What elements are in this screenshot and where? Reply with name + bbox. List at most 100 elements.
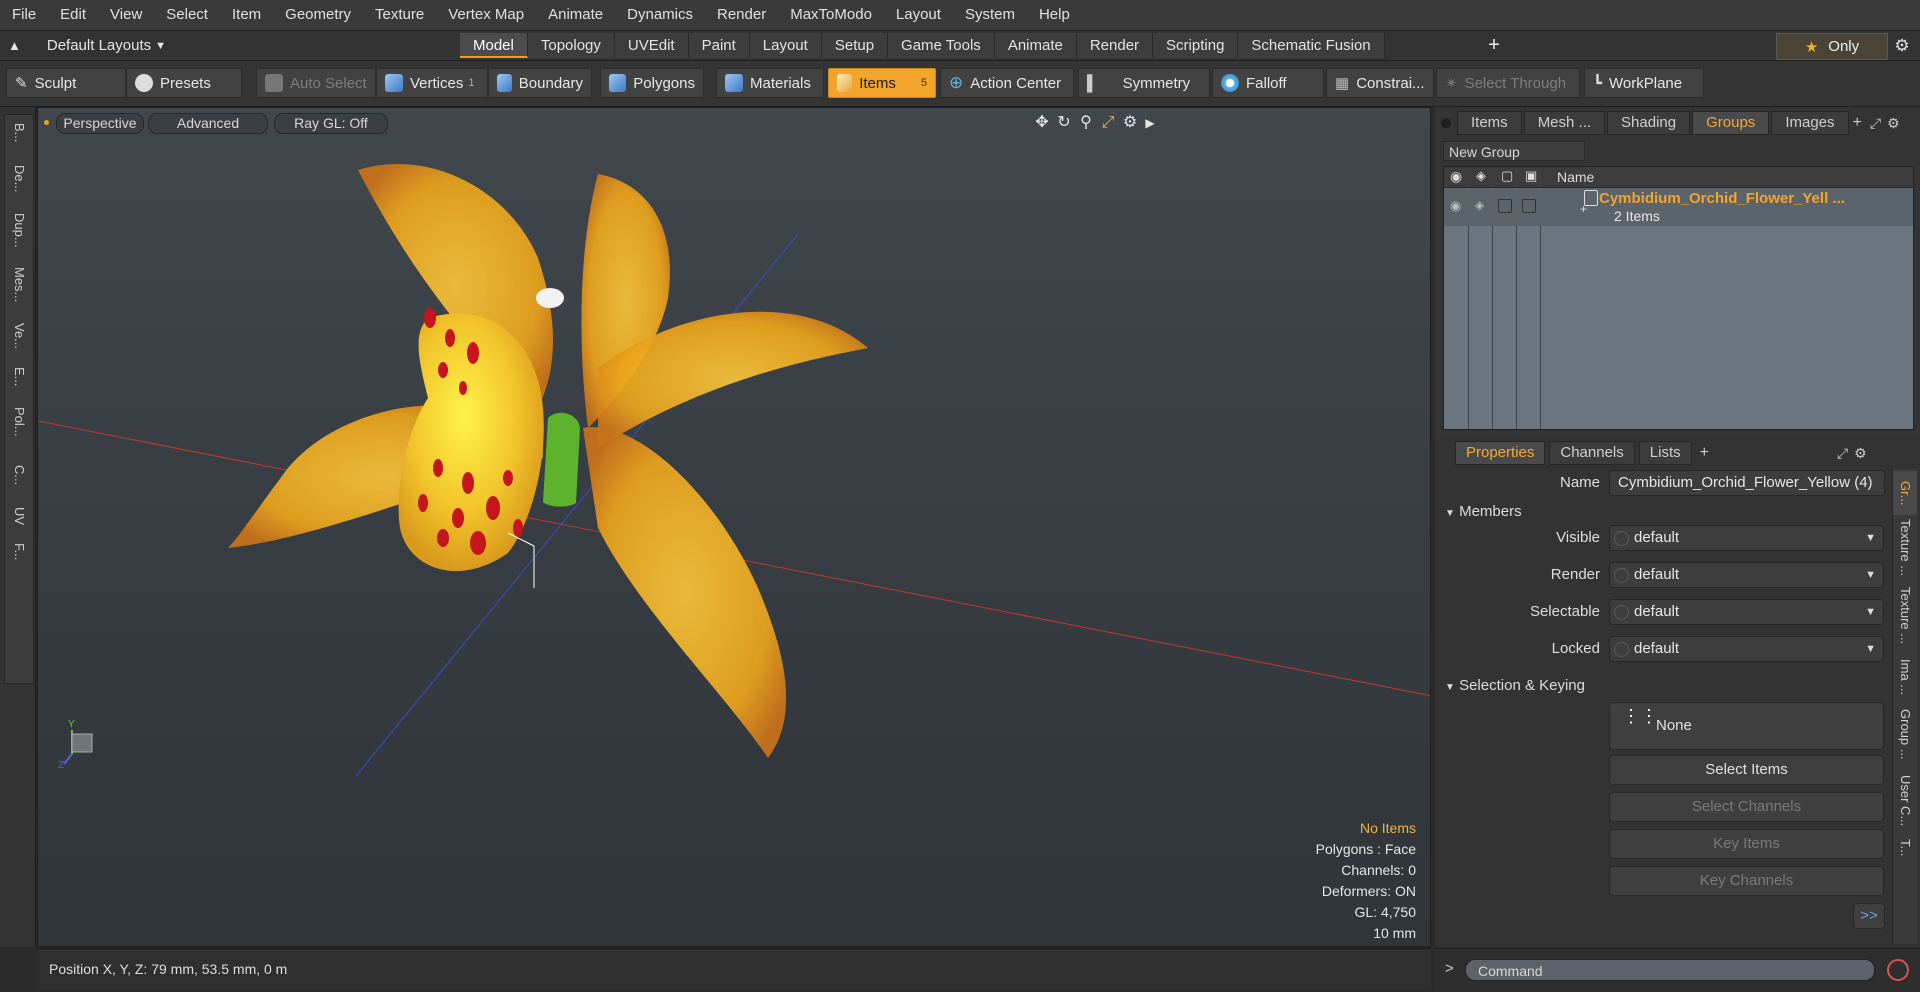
viewport-gear-icon[interactable]: ⚙ [1121, 114, 1139, 132]
tab-lists[interactable]: Lists [1638, 441, 1692, 465]
menu-help[interactable]: Help [1027, 0, 1082, 30]
add-props-tab-icon[interactable]: + [1700, 444, 1709, 462]
constraints-button[interactable]: ▦ Constrai... [1326, 68, 1434, 98]
left-tab-uv[interactable]: UV [5, 507, 33, 525]
items-button[interactable]: Items 5 [828, 68, 936, 98]
tab-scripting[interactable]: Scripting [1153, 33, 1239, 58]
collapse-up-icon[interactable]: ▲ [8, 38, 21, 53]
menu-view[interactable]: View [98, 0, 154, 30]
menu-geometry[interactable]: Geometry [273, 0, 363, 30]
zoom-icon[interactable]: ⚲ [1077, 114, 1095, 132]
menu-select[interactable]: Select [154, 0, 220, 30]
left-tab-f[interactable]: F... [5, 543, 33, 560]
locked-radio[interactable] [1614, 642, 1629, 657]
tab-uvedit[interactable]: UVEdit [614, 33, 689, 58]
group-name[interactable]: Cymbidium_Orchid_Flower_Yell ... [1599, 190, 1845, 207]
menu-texture[interactable]: Texture [363, 0, 436, 30]
tab-model[interactable]: Model [460, 33, 528, 58]
auto-select-button[interactable]: Auto Select [256, 68, 376, 98]
fit-view-icon[interactable]: ⤢ [1099, 114, 1117, 132]
selection-keying-section[interactable]: ▼ Selection & Keying [1445, 677, 1585, 694]
menu-vertex-map[interactable]: Vertex Map [436, 0, 536, 30]
tab-topology[interactable]: Topology [527, 33, 615, 58]
more-button[interactable]: >> [1853, 903, 1885, 929]
select-icon[interactable]: ▣ [1525, 168, 1537, 184]
visible-select[interactable]: default ▼ [1609, 525, 1884, 551]
select-items-button[interactable]: Select Items [1609, 755, 1884, 785]
new-group-button[interactable]: New Group [1443, 141, 1585, 161]
left-tab-mes[interactable]: Mes... [5, 267, 33, 302]
none-selection-button[interactable]: ⋮⋮ None [1609, 702, 1884, 750]
left-tab-de[interactable]: De... [5, 165, 33, 192]
layout-selector[interactable]: ▲ Default Layouts ▼ [8, 31, 166, 60]
menu-layout[interactable]: Layout [884, 0, 953, 30]
tab-layout[interactable]: Layout [749, 33, 822, 58]
falloff-button[interactable]: Falloff [1212, 68, 1324, 98]
row-select-checkbox[interactable] [1522, 199, 1536, 213]
render-radio[interactable] [1614, 568, 1629, 583]
gear-icon[interactable]: ⚙ [1888, 33, 1916, 58]
left-tab-dup[interactable]: Dup... [5, 213, 33, 248]
tab-channels[interactable]: Channels [1549, 441, 1635, 465]
advanced-button[interactable]: Advanced [148, 113, 268, 134]
tab-game-tools[interactable]: Game Tools [888, 33, 995, 58]
row-lock-checkbox[interactable] [1498, 199, 1512, 213]
left-tab-c[interactable]: C... [5, 465, 33, 485]
record-icon[interactable] [1887, 959, 1909, 981]
tab-properties[interactable]: Properties [1455, 441, 1546, 465]
tab-items[interactable]: Items [1457, 111, 1522, 135]
name-field[interactable]: Cymbidium_Orchid_Flower_Yellow (4) [1609, 470, 1885, 496]
props-gear-icon[interactable]: ⚙ [1854, 445, 1867, 462]
key-channels-button[interactable]: Key Channels [1609, 866, 1884, 896]
menu-file[interactable]: File [0, 0, 48, 30]
presets-button[interactable]: Presets [126, 68, 242, 98]
visible-radio[interactable] [1614, 531, 1629, 546]
tab-images[interactable]: Images [1771, 111, 1849, 135]
lock-icon[interactable]: ▢ [1501, 168, 1513, 184]
side-tab-texture-2[interactable]: Texture ... [1893, 587, 1917, 644]
menu-item[interactable]: Item [220, 0, 273, 30]
select-channels-button[interactable]: Select Channels [1609, 792, 1884, 822]
side-tab-texture-1[interactable]: Texture ... [1893, 519, 1917, 576]
3d-viewport[interactable]: Y Z Perspective Advanced Ray GL: Off ✥ ↻… [37, 107, 1431, 947]
sculpt-button[interactable]: ✎ Sculpt [6, 68, 126, 98]
rotate-view-icon[interactable]: ↻ [1055, 114, 1073, 132]
expand-panel-icon[interactable]: ⤢ [1870, 115, 1881, 132]
only-toggle[interactable]: ★ Only [1776, 33, 1888, 60]
menu-dynamics[interactable]: Dynamics [615, 0, 705, 30]
left-tab-b[interactable]: B... [5, 123, 33, 143]
menu-animate[interactable]: Animate [536, 0, 615, 30]
raygl-button[interactable]: Ray GL: Off [274, 113, 388, 134]
add-panel-tab-icon[interactable]: + [1853, 114, 1862, 132]
left-tab-e[interactable]: E... [5, 367, 33, 387]
menu-system[interactable]: System [953, 0, 1027, 30]
tab-schematic-fusion[interactable]: Schematic Fusion [1238, 33, 1385, 58]
render-select[interactable]: default ▼ [1609, 562, 1884, 588]
perspective-button[interactable]: Perspective [56, 113, 144, 134]
selectable-radio[interactable] [1614, 605, 1629, 620]
name-column-header[interactable]: Name [1557, 169, 1594, 185]
polygons-button[interactable]: Polygons [600, 68, 704, 98]
members-section[interactable]: ▼ Members [1445, 503, 1522, 520]
locked-select[interactable]: default ▼ [1609, 636, 1884, 662]
menu-edit[interactable]: Edit [48, 0, 98, 30]
command-input[interactable]: Command [1465, 959, 1875, 981]
materials-button[interactable]: Materials [716, 68, 824, 98]
row-render-icon[interactable]: ◈ [1475, 198, 1484, 212]
panel-gear-icon[interactable]: ⚙ [1887, 115, 1900, 132]
tab-mesh[interactable]: Mesh ... [1523, 111, 1606, 135]
tab-paint[interactable]: Paint [688, 33, 750, 58]
tab-groups[interactable]: Groups [1692, 111, 1770, 135]
viewport-menu-dot[interactable] [44, 120, 49, 125]
expand-props-icon[interactable]: ⤢ [1837, 445, 1848, 462]
symmetry-button[interactable]: ▌ Symmetry [1078, 68, 1210, 98]
tab-shading[interactable]: Shading [1607, 111, 1691, 135]
group-row[interactable]: ◉ ◈ + Cymbidium_Orchid_Flower_Yell ... 2… [1444, 188, 1913, 226]
workplane-button[interactable]: ┗ WorkPlane [1584, 68, 1704, 98]
menu-render[interactable]: Render [705, 0, 778, 30]
menu-maxtomodo[interactable]: MaxToModo [778, 0, 884, 30]
side-tab-t[interactable]: T... [1893, 839, 1917, 856]
side-tab-user-channels[interactable]: User C... [1893, 775, 1917, 826]
tab-render[interactable]: Render [1076, 33, 1154, 58]
action-center-button[interactable]: ⊕ Action Center [940, 68, 1074, 98]
